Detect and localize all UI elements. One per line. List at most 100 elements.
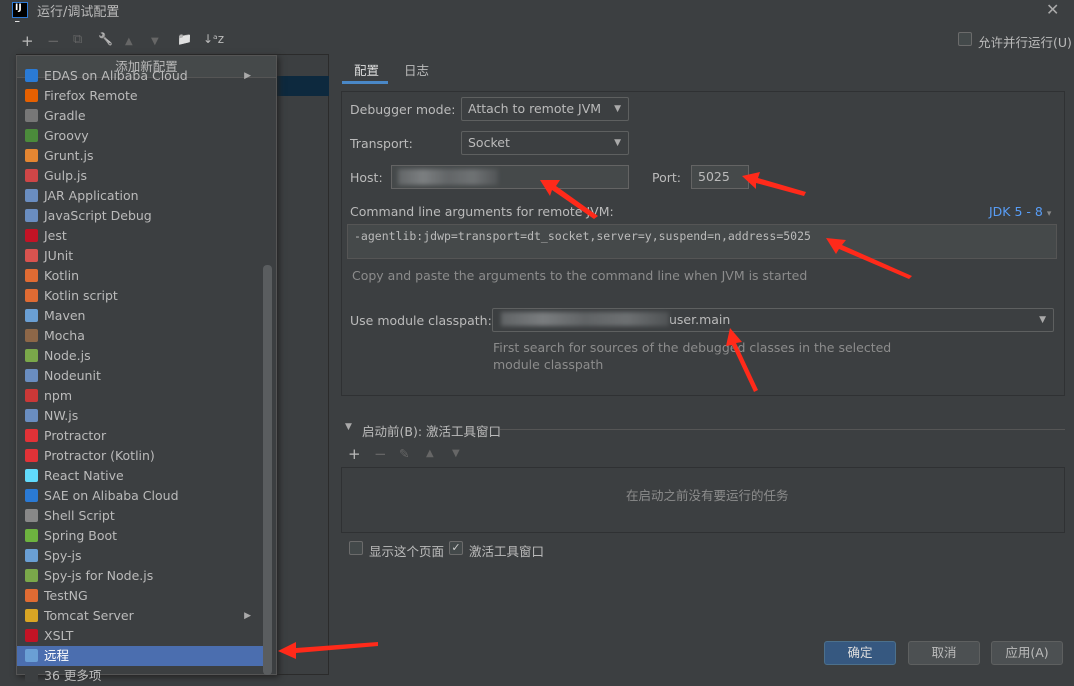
- popup-item[interactable]: 远程: [17, 646, 263, 666]
- popup-item[interactable]: XSLT: [17, 626, 263, 646]
- ok-button[interactable]: 确定: [824, 641, 896, 665]
- popup-item[interactable]: npm: [17, 386, 263, 406]
- popup-item[interactable]: Kotlin: [17, 266, 263, 286]
- host-input[interactable]: [391, 165, 629, 189]
- parallel-run-checkbox[interactable]: [958, 32, 972, 46]
- window-title: 运行/调试配置: [37, 5, 120, 20]
- active-tab-indicator: [342, 81, 388, 84]
- folder-add-icon[interactable]: 📁: [177, 32, 192, 46]
- activate-tool-checkbox[interactable]: ✓: [449, 541, 463, 555]
- popup-item-label: Mocha: [44, 328, 85, 343]
- popup-item[interactable]: JAR Application: [17, 186, 263, 206]
- popup-item-label: Firefox Remote: [44, 88, 138, 103]
- add-config-popup: 添加新配置 EDAS on Alibaba Cloud ▶ Firefox Remo…: [16, 55, 277, 683]
- module-select[interactable]: user.main ▼: [492, 308, 1054, 332]
- popup-item[interactable]: 36 更多项: [17, 666, 263, 686]
- chevron-down-icon: ▼: [1039, 315, 1046, 325]
- submenu-arrow-icon: ▶: [244, 71, 251, 81]
- popup-item[interactable]: TestNG: [17, 586, 263, 606]
- apply-button[interactable]: 应用(A): [991, 641, 1063, 665]
- popup-item-label: Protractor: [44, 428, 107, 443]
- popup-item[interactable]: Mocha: [17, 326, 263, 346]
- move-up-icon[interactable]: ▲: [125, 36, 133, 47]
- popup-item[interactable]: Node.js: [17, 346, 263, 366]
- popup-item[interactable]: Kotlin script: [17, 286, 263, 306]
- add-icon[interactable]: +: [21, 32, 34, 50]
- remove-task-icon[interactable]: −: [374, 445, 387, 463]
- popup-item-label: EDAS on Alibaba Cloud: [44, 68, 188, 83]
- copy-icon[interactable]: ⧉: [73, 32, 82, 47]
- parallel-run-label: 允许并行运行(U): [978, 35, 1072, 50]
- config-type-icon: [25, 289, 38, 302]
- cmd-args-field[interactable]: -agentlib:jdwp=transport=dt_socket,serve…: [347, 224, 1057, 259]
- cmd-label: Command line arguments for remote JVM:: [350, 204, 614, 219]
- close-icon[interactable]: ✕: [1046, 0, 1059, 19]
- module-hint-1: First search for sources of the debugged…: [493, 340, 892, 355]
- config-type-icon: [25, 329, 38, 342]
- popup-item[interactable]: Spy-js for Node.js: [17, 566, 263, 586]
- config-type-icon: [25, 189, 38, 202]
- popup-item-label: Gulp.js: [44, 168, 87, 183]
- popup-item[interactable]: NW.js: [17, 406, 263, 426]
- popup-item[interactable]: Jest: [17, 226, 263, 246]
- popup-item-label: JavaScript Debug: [44, 208, 152, 223]
- config-type-icon: [25, 589, 38, 602]
- popup-item-label: XSLT: [44, 628, 74, 643]
- empty-task-text: 在启动之前没有要运行的任务: [626, 488, 789, 503]
- add-task-icon[interactable]: +: [348, 445, 361, 463]
- popup-item[interactable]: Gradle: [17, 106, 263, 126]
- sort-icon[interactable]: ↓ᵃz: [203, 32, 224, 46]
- popup-item-label: Tomcat Server: [44, 608, 134, 623]
- debugger-mode-select[interactable]: Attach to remote JVM ▼: [461, 97, 629, 121]
- popup-item[interactable]: JavaScript Debug: [17, 206, 263, 226]
- cancel-button[interactable]: 取消: [908, 641, 980, 665]
- wrench-icon[interactable]: 🔧: [98, 32, 113, 46]
- show-page-checkbox[interactable]: [349, 541, 363, 555]
- tab-config[interactable]: 配置: [354, 60, 379, 79]
- tab-log[interactable]: 日志: [404, 60, 429, 79]
- popup-item[interactable]: Protractor: [17, 426, 263, 446]
- jdk-version-select[interactable]: JDK 5 - 8 ▾: [989, 204, 1051, 219]
- config-type-icon: [25, 209, 38, 222]
- redacted-module-prefix: [501, 312, 669, 326]
- move-down-icon[interactable]: ▼: [452, 448, 460, 459]
- move-down-icon[interactable]: ▼: [151, 36, 159, 47]
- config-type-icon: [25, 89, 38, 102]
- popup-item[interactable]: Shell Script: [17, 506, 263, 526]
- popup-item-label: Kotlin script: [44, 288, 118, 303]
- edit-task-icon[interactable]: ✎: [399, 446, 409, 461]
- remove-icon[interactable]: −: [47, 32, 60, 50]
- popup-item[interactable]: Firefox Remote: [17, 86, 263, 106]
- show-page-label: 显示这个页面: [369, 544, 445, 559]
- popup-item[interactable]: Spring Boot: [17, 526, 263, 546]
- config-type-icon: [25, 449, 38, 462]
- popup-item[interactable]: Spy-js: [17, 546, 263, 566]
- popup-item[interactable]: Groovy: [17, 126, 263, 146]
- popup-item[interactable]: Tomcat Server ▶: [17, 606, 263, 626]
- popup-item[interactable]: React Native: [17, 466, 263, 486]
- collapse-icon[interactable]: ▼: [345, 422, 352, 432]
- popup-item[interactable]: SAE on Alibaba Cloud: [17, 486, 263, 506]
- popup-item[interactable]: Gulp.js: [17, 166, 263, 186]
- popup-item[interactable]: JUnit: [17, 246, 263, 266]
- popup-scrollbar[interactable]: [263, 265, 272, 675]
- move-up-icon[interactable]: ▲: [426, 448, 434, 459]
- redacted-host: [398, 169, 498, 185]
- popup-item[interactable]: Grunt.js: [17, 146, 263, 166]
- transport-select[interactable]: Socket ▼: [461, 131, 629, 155]
- config-type-icon: [25, 409, 38, 422]
- popup-item-label: Node.js: [44, 348, 91, 363]
- port-input[interactable]: 5025: [691, 165, 749, 189]
- config-type-icon: [25, 249, 38, 262]
- chevron-down-icon: ▼: [614, 138, 621, 148]
- popup-item[interactable]: Nodeunit: [17, 366, 263, 386]
- popup-item-label: npm: [44, 388, 73, 403]
- popup-item[interactable]: Protractor (Kotlin): [17, 446, 263, 466]
- config-type-icon: [25, 169, 38, 182]
- popup-item[interactable]: EDAS on Alibaba Cloud ▶: [17, 66, 263, 86]
- popup-item-label: Grunt.js: [44, 148, 94, 163]
- jdk-version-value: JDK 5 - 8: [989, 204, 1043, 219]
- cmd-hint: Copy and paste the arguments to the comm…: [352, 268, 808, 283]
- config-type-icon: [25, 149, 38, 162]
- popup-item[interactable]: Maven: [17, 306, 263, 326]
